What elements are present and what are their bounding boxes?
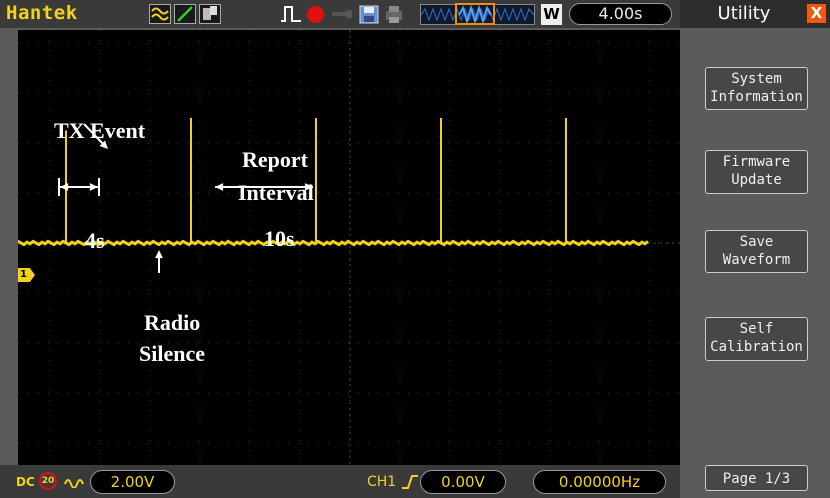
menu-title-bar: Utility X xyxy=(680,0,830,28)
probe-icon xyxy=(64,474,84,492)
waveform-mode-icon[interactable] xyxy=(149,4,171,24)
volts-per-div-readout: 2.00V xyxy=(90,470,175,494)
firmware-update-button[interactable]: Firmware Update xyxy=(705,150,808,194)
arrow-head xyxy=(215,183,224,191)
annotation-tx-event: TX Event xyxy=(54,118,146,143)
coupling-indicator: DC xyxy=(16,475,35,489)
memory-mode-badge: W xyxy=(541,4,562,25)
run-stop-record-icon[interactable] xyxy=(307,6,324,23)
save-icon[interactable] xyxy=(358,4,380,24)
top-status-bar: Hantek W 4.00s xyxy=(0,0,680,28)
menu-button-label: Save xyxy=(739,234,774,250)
timebase-readout: 4.00s xyxy=(569,3,672,25)
vector-mode-icon[interactable] xyxy=(174,4,196,24)
menu-title: Utility xyxy=(717,3,771,24)
menu-button-label: Self xyxy=(739,321,774,337)
save-waveform-button[interactable]: Save Waveform xyxy=(705,230,808,273)
menu-button-label: Update xyxy=(731,172,782,188)
bandwidth-limit-badge: 20 xyxy=(39,472,57,490)
graticule xyxy=(18,30,680,465)
annotation-interval-value: 10s xyxy=(264,226,295,251)
persistence-mode-icon[interactable] xyxy=(199,4,221,24)
menu-button-label: Calibration xyxy=(710,339,803,355)
menu-button-label: Firmware xyxy=(722,154,791,170)
rising-edge-icon xyxy=(401,475,418,489)
arrow-head xyxy=(60,183,69,191)
memory-view-window[interactable] xyxy=(455,3,495,25)
trigger-level-readout: 0.00V xyxy=(420,470,506,494)
trigger-pulse-icon xyxy=(280,4,302,24)
page-button[interactable]: Page 1/3 xyxy=(705,465,808,491)
arrow-head xyxy=(89,183,98,191)
waveform-display: 1 TX Event Report Interval 10s 4s Radio … xyxy=(18,30,680,465)
annotation-silence: Silence xyxy=(139,341,205,366)
oscilloscope-window: Hantek W 4.00s 1 TX Event Report Interva… xyxy=(0,0,830,498)
menu-button-label: Waveform xyxy=(722,252,791,268)
arrow-head xyxy=(155,250,163,259)
key-lock-icon xyxy=(330,4,352,24)
annotation-interval: Interval xyxy=(238,180,314,205)
trigger-source-label: CH1 xyxy=(367,474,419,490)
close-icon[interactable]: X xyxy=(807,4,826,23)
annotation-offset-value: 4s xyxy=(85,228,105,253)
annotation-radio: Radio xyxy=(144,310,201,335)
system-information-button[interactable]: System Information xyxy=(705,67,808,110)
print-icon[interactable] xyxy=(383,4,405,24)
brand-logo: Hantek xyxy=(6,2,78,24)
baseline-trace xyxy=(18,239,649,247)
frequency-readout: 0.00000Hz xyxy=(533,470,666,494)
self-calibration-button[interactable]: Self Calibration xyxy=(705,317,808,361)
menu-button-label: Information xyxy=(710,89,803,105)
annotation-report: Report xyxy=(242,147,308,172)
menu-button-label: System xyxy=(731,71,782,87)
trigger-source-text: CH1 xyxy=(367,474,397,490)
